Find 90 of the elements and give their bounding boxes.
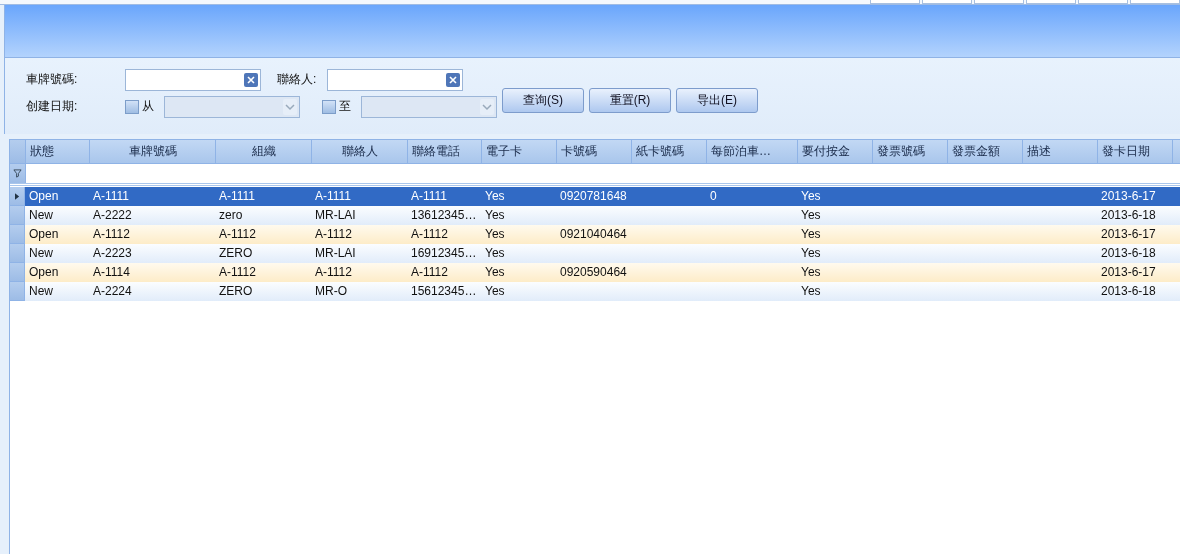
- row-indicator[interactable]: [10, 187, 25, 206]
- table-cell-text: Yes: [484, 245, 506, 262]
- table-cell-text: Yes: [484, 226, 506, 243]
- table-cell-text: New: [28, 245, 54, 262]
- table-cell-text: A-1112: [218, 264, 257, 281]
- table-cell-text: A-2223: [92, 245, 133, 262]
- table-cell-text: Open: [28, 226, 60, 243]
- column-header[interactable]: 發票金額: [948, 140, 1023, 163]
- toolbar-tab[interactable]: [1130, 0, 1180, 4]
- table-cell-text: ZERO: [218, 245, 254, 262]
- row-header[interactable]: [10, 244, 25, 263]
- table-cell-text: New: [28, 207, 54, 224]
- row-header[interactable]: [10, 225, 25, 244]
- table-cell-text: 13612345…: [410, 207, 478, 224]
- action-button[interactable]: 重置(R): [589, 88, 671, 113]
- table-cell-text: New: [28, 283, 54, 300]
- table-cell-text: Yes: [484, 264, 506, 281]
- toolbar-tab[interactable]: [974, 0, 1024, 4]
- column-header[interactable]: 狀態: [26, 140, 90, 163]
- table-cell-text: Yes: [800, 283, 822, 300]
- table-cell-text: A-1112: [314, 226, 353, 243]
- table-cell-text: MR-O: [314, 283, 348, 300]
- table-cell-text: A-1112: [410, 264, 449, 281]
- filter-icon[interactable]: [10, 164, 26, 183]
- table-cell-text: Yes: [800, 245, 822, 262]
- table-cell-text: A-2222: [92, 207, 133, 224]
- field-label: 聯絡人:: [277, 71, 318, 88]
- table-cell-text: 2013-6-17: [1100, 226, 1157, 243]
- table-cell-text: ZERO: [218, 283, 254, 300]
- clear-icon[interactable]: [244, 72, 258, 87]
- table-cell-text: 0921040464: [559, 226, 628, 243]
- table-cell-text: Yes: [800, 207, 822, 224]
- table-cell-text: A-1111: [92, 188, 131, 205]
- table-cell-text: 0: [709, 188, 718, 205]
- table-cell-text: A-1111: [314, 188, 353, 205]
- table-cell-text: A-1111: [218, 188, 257, 205]
- checkbox-label: 至: [339, 98, 351, 115]
- column-header[interactable]: 聯絡人: [312, 140, 408, 163]
- column-header[interactable]: 車牌號碼: [90, 140, 216, 163]
- column-header[interactable]: 電子卡: [482, 140, 557, 163]
- table-cell-text: A-2224: [92, 283, 133, 300]
- table-cell-text: Yes: [484, 188, 506, 205]
- table-cell-text: Yes: [800, 264, 822, 281]
- toolbar-tab[interactable]: [922, 0, 972, 4]
- table-cell-text: A-1112: [314, 264, 353, 281]
- table-cell-text: zero: [218, 207, 244, 224]
- table-cell-text: MR-LAI: [314, 207, 357, 224]
- table-cell-text: Yes: [800, 226, 822, 243]
- table-cell-text: 2013-6-17: [1100, 188, 1157, 205]
- table-cell-text: 0920590464: [559, 264, 628, 281]
- table-cell-text: 15612345…: [410, 283, 478, 300]
- table-cell-text: Yes: [484, 283, 506, 300]
- column-header[interactable]: 紙卡號碼: [632, 140, 707, 163]
- table-cell-text: 2013-6-18: [1100, 283, 1157, 300]
- field-label: 创建日期:: [26, 98, 79, 115]
- clear-icon[interactable]: [446, 72, 460, 87]
- action-button[interactable]: 导出(E): [676, 88, 758, 113]
- table-cell-text: A-1112: [218, 226, 257, 243]
- table-cell-text: Open: [28, 264, 60, 281]
- table-cell-text: Yes: [484, 207, 506, 224]
- toolbar-tab[interactable]: [1078, 0, 1128, 4]
- contact-field[interactable]: [327, 68, 463, 91]
- table-cell-text: MR-LAI: [314, 245, 357, 262]
- column-header[interactable]: 描述: [1023, 140, 1098, 163]
- column-header[interactable]: 聯絡電話: [408, 140, 482, 163]
- toolbar-tab[interactable]: [870, 0, 920, 4]
- plate-field[interactable]: [125, 68, 261, 91]
- field-label: 車牌號碼:: [26, 71, 79, 88]
- table-cell-text: A-1112: [92, 226, 131, 243]
- table-cell-text: A-1112: [410, 226, 449, 243]
- table-cell-text: A-1114: [92, 264, 131, 281]
- table-cell-text: 0920781648: [559, 188, 628, 205]
- column-header[interactable]: 每節泊車…: [707, 140, 798, 163]
- column-header[interactable]: 組織: [216, 140, 312, 163]
- row-header[interactable]: [10, 282, 25, 301]
- table-cell-text: 2013-6-18: [1100, 245, 1157, 262]
- toolbar-tab[interactable]: [1026, 0, 1076, 4]
- table-cell-text: 2013-6-18: [1100, 207, 1157, 224]
- column-header[interactable]: 卡號碼: [557, 140, 632, 163]
- table-cell-text: Open: [28, 188, 60, 205]
- column-header[interactable]: 發卡日期: [1098, 140, 1173, 163]
- table-cell-text: A-1111: [410, 188, 449, 205]
- row-header[interactable]: [10, 263, 25, 282]
- checkbox-label: 从: [142, 98, 154, 115]
- action-button[interactable]: 查询(S): [502, 88, 584, 113]
- column-header[interactable]: 發票號碼: [873, 140, 948, 163]
- table-cell-text: 16912345…: [410, 245, 478, 262]
- table-cell-text: Yes: [800, 188, 822, 205]
- column-header[interactable]: 要付按金: [798, 140, 873, 163]
- table-cell-text: 2013-6-17: [1100, 264, 1157, 281]
